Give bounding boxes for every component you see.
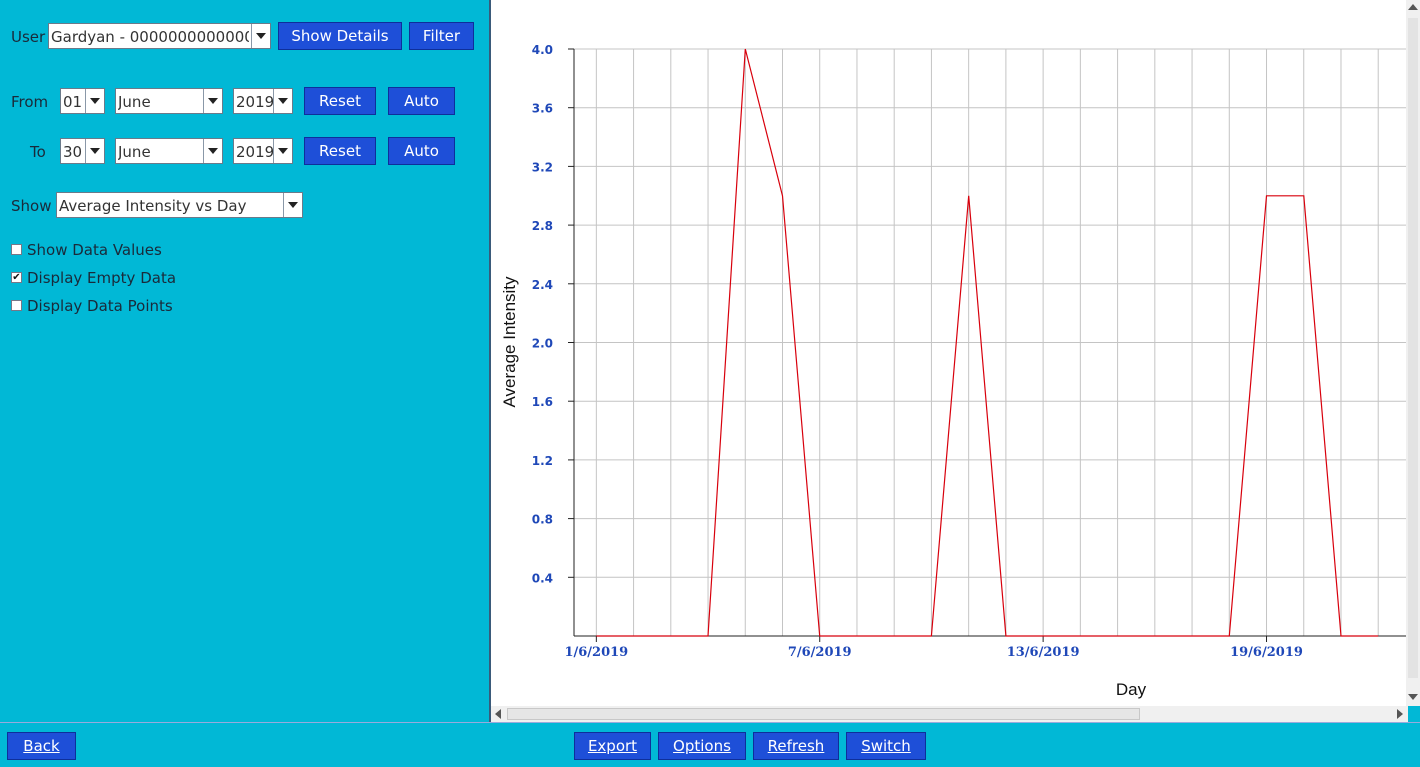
to-day-value: 30	[63, 143, 83, 161]
chart-grid	[574, 48, 1408, 636]
display-empty-data-label[interactable]: Display Empty Data	[27, 269, 176, 287]
line-chart: 0.4 0.8 1.2 1.6 2.0 2.4 2.8 3.2 3.6 4.0 1/6/2019 7…	[500, 43, 1408, 699]
y-tick-label: 1.2	[532, 454, 553, 468]
display-data-points-label[interactable]: Display Data Points	[27, 297, 173, 315]
x-axis-title: Day	[1116, 680, 1147, 699]
chevron-down-icon[interactable]	[203, 139, 222, 163]
chevron-down-icon[interactable]	[85, 89, 104, 113]
y-tick-label: 3.6	[532, 102, 553, 116]
horizontal-scroll-thumb[interactable]	[507, 708, 1140, 720]
y-tick-label: 2.0	[532, 337, 553, 351]
bottom-toolbar: Back Export Options Refresh Switch	[0, 722, 1420, 767]
user-label: User	[11, 28, 46, 46]
show-label: Show	[11, 197, 52, 215]
from-year-value: 2019	[236, 93, 275, 111]
y-tick-label: 0.4	[532, 571, 553, 585]
y-axis-ticks: 0.4 0.8 1.2 1.6 2.0 2.4 2.8 3.2 3.6 4.0	[532, 43, 574, 585]
chevron-down-icon[interactable]	[203, 89, 222, 113]
to-auto-button[interactable]: Auto	[388, 137, 455, 165]
display-data-points-checkbox[interactable]	[11, 300, 22, 311]
x-tick-label: 1/6/2019	[564, 645, 628, 660]
show-data-values-label[interactable]: Show Data Values	[27, 241, 162, 259]
vertical-scroll-thumb[interactable]	[1408, 18, 1418, 678]
y-tick-label: 0.8	[532, 513, 553, 527]
to-month-value: June	[118, 143, 151, 161]
to-month-select[interactable]: June	[115, 138, 223, 164]
x-tick-label: 7/6/2019	[788, 645, 852, 660]
scroll-up-icon[interactable]	[1408, 4, 1418, 10]
options-button[interactable]: Options	[658, 732, 746, 760]
show-details-button[interactable]: Show Details	[278, 22, 402, 50]
chevron-down-icon[interactable]	[273, 89, 292, 113]
to-day-select[interactable]: 30	[60, 138, 105, 164]
from-reset-button[interactable]: Reset	[304, 87, 376, 115]
chevron-down-icon[interactable]	[283, 193, 302, 217]
show-select[interactable]: Average Intensity vs Day	[56, 192, 303, 218]
x-tick-label: 19/6/2019	[1230, 645, 1303, 660]
vertical-scrollbar[interactable]	[1406, 0, 1420, 706]
user-select-value: Gardyan - 000000000000000	[51, 28, 249, 46]
from-month-value: June	[118, 93, 151, 111]
chevron-down-icon[interactable]	[251, 24, 270, 48]
chart-panel: 0.4 0.8 1.2 1.6 2.0 2.4 2.8 3.2 3.6 4.0 1/6/2019 7…	[489, 0, 1408, 706]
export-button[interactable]: Export	[574, 732, 651, 760]
x-tick-label: 13/6/2019	[1007, 645, 1080, 660]
to-year-select[interactable]: 2019	[233, 138, 293, 164]
user-select[interactable]: Gardyan - 000000000000000	[48, 23, 271, 49]
y-tick-label: 2.4	[532, 278, 553, 292]
display-empty-data-checkbox[interactable]: ✔	[11, 272, 22, 283]
scroll-left-icon[interactable]	[495, 709, 501, 719]
show-select-value: Average Intensity vs Day	[59, 197, 247, 215]
to-year-value: 2019	[236, 143, 275, 161]
y-tick-label: 4.0	[532, 43, 553, 57]
refresh-button[interactable]: Refresh	[753, 732, 839, 760]
filter-button[interactable]: Filter	[409, 22, 474, 50]
y-axis-title: Average Intensity	[500, 276, 519, 408]
y-tick-label: 1.6	[532, 395, 553, 409]
x-axis-ticks: 1/6/2019 7/6/2019 13/6/2019 19/6/2019	[564, 636, 1303, 660]
from-label: From	[11, 93, 49, 111]
switch-button[interactable]: Switch	[846, 732, 926, 760]
from-month-select[interactable]: June	[115, 88, 223, 114]
scroll-right-icon[interactable]	[1397, 709, 1403, 719]
from-day-select[interactable]: 01	[60, 88, 105, 114]
from-day-value: 01	[63, 93, 83, 111]
to-reset-button[interactable]: Reset	[304, 137, 376, 165]
horizontal-scrollbar[interactable]	[489, 706, 1408, 722]
chevron-down-icon[interactable]	[85, 139, 104, 163]
show-data-values-checkbox[interactable]	[11, 244, 22, 255]
y-tick-label: 2.8	[532, 219, 553, 233]
from-year-select[interactable]: 2019	[233, 88, 293, 114]
scroll-down-icon[interactable]	[1408, 694, 1418, 700]
from-auto-button[interactable]: Auto	[388, 87, 455, 115]
back-button[interactable]: Back	[7, 732, 76, 760]
y-tick-label: 3.2	[532, 160, 553, 174]
to-label: To	[30, 143, 46, 161]
chevron-down-icon[interactable]	[273, 139, 292, 163]
